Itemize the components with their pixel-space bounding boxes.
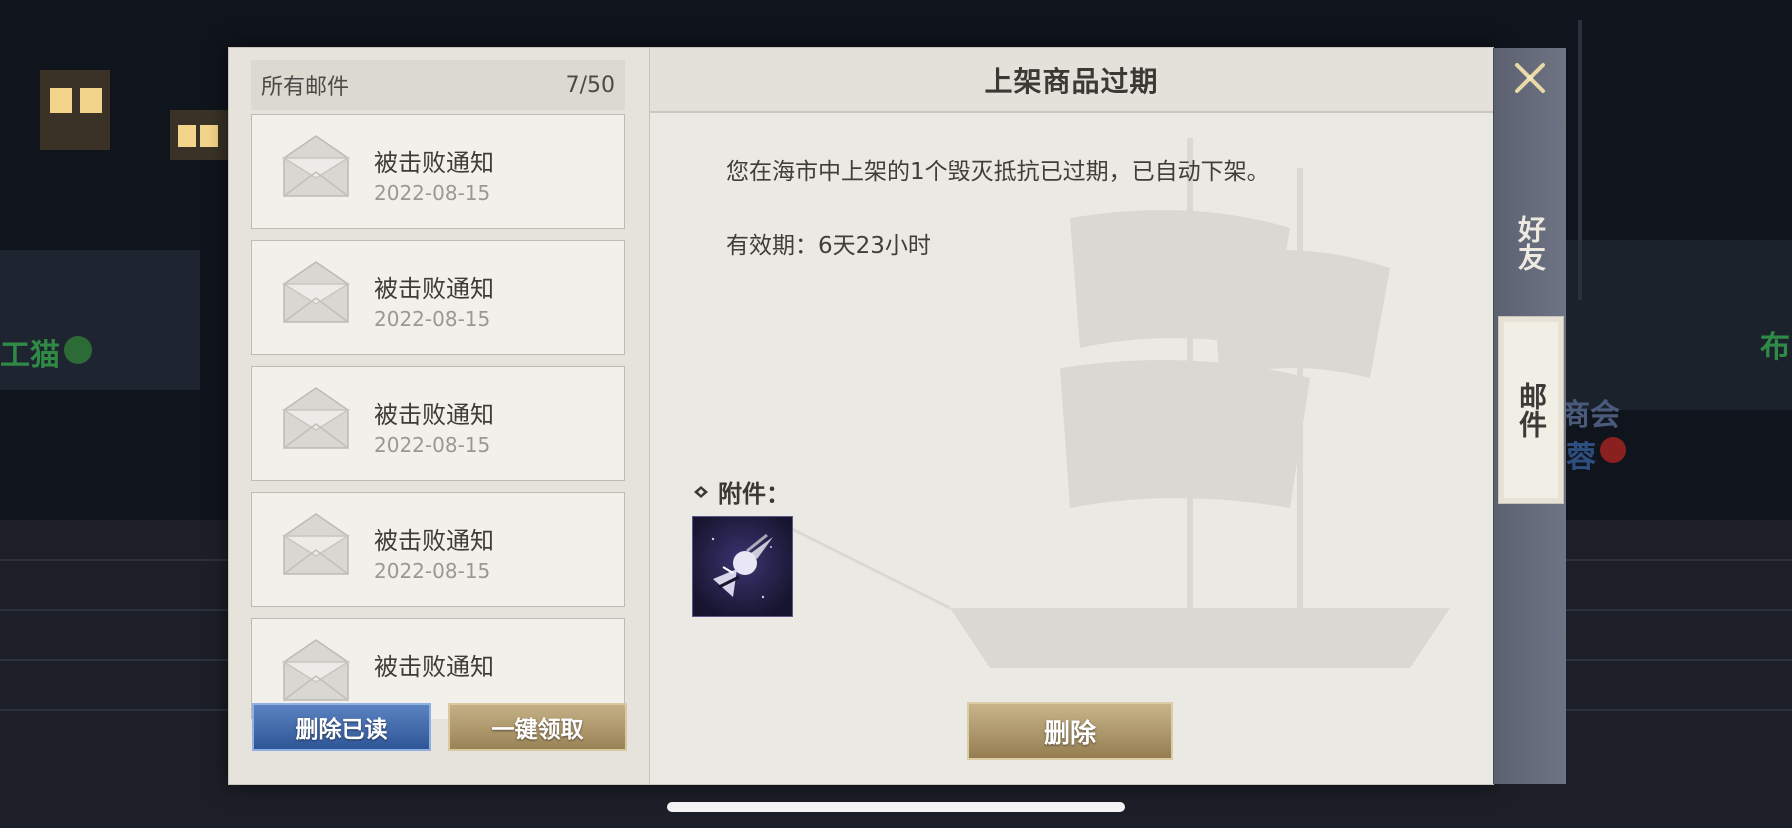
mail-item[interactable]: 被击败通知 2022-08-15 — [251, 492, 625, 607]
side-tab-bar: 好友 邮件 — [1493, 48, 1566, 784]
envelope-icon — [282, 261, 350, 323]
envelope-icon — [282, 639, 350, 701]
home-indicator[interactable] — [667, 802, 1125, 812]
mail-list-panel: 所有邮件 7/50 被击败通知 2022-08-15 被击败通知 2022-08… — [229, 48, 650, 784]
mail-body-message: 您在海市中上架的1个毁灭抵抗已过期，已自动下架。 — [726, 159, 1270, 185]
bg-label-right-mid: 商会 — [1560, 398, 1620, 433]
mail-item-date: 2022-08-15 — [374, 181, 491, 205]
mail-subject: 上架商品过期 — [984, 64, 1159, 98]
mail-list-title: 所有邮件 — [261, 75, 350, 100]
mail-item[interactable]: 被击败通知 2022-08-15 — [251, 366, 625, 481]
mail-validity: 有效期：6天23小时 — [726, 233, 931, 259]
mail-title-bar: 上架商品过期 — [650, 48, 1493, 113]
mail-item-title: 被击败通知 — [374, 275, 494, 303]
close-icon — [1515, 63, 1545, 93]
bg-player-name-left: 工猫 — [0, 338, 60, 373]
mail-dialog: 所有邮件 7/50 被击败通知 2022-08-15 被击败通知 2022-08… — [228, 47, 1566, 785]
mail-list-header: 所有邮件 7/50 — [251, 60, 625, 110]
mail-item[interactable]: 被击败通知 2022-08-15 — [251, 240, 625, 355]
mail-item-date: 2022-08-15 — [374, 433, 491, 457]
mail-detail-panel: 上架商品过期 您在海市中上架的1个毁灭抵抗已过期，已自动下架。 有效期：6天23… — [650, 48, 1493, 784]
tab-mail[interactable]: 邮件 — [1498, 316, 1564, 504]
mail-item-date: 2022-08-15 — [374, 307, 491, 331]
attachment-label: 附件： — [692, 474, 790, 509]
bg-label-right-low: 蓉 — [1566, 440, 1596, 475]
diamond-bullet-icon — [694, 485, 708, 498]
attachment-label-text: 附件： — [718, 479, 790, 508]
mail-item-title: 被击败通知 — [374, 149, 494, 177]
mail-item-date: 2022-08-15 — [374, 559, 491, 583]
tab-friends[interactable]: 好友 — [1498, 168, 1562, 318]
bg-label-right-top: 布 — [1760, 330, 1790, 365]
close-button[interactable] — [1494, 48, 1566, 108]
envelope-icon — [282, 387, 350, 449]
mail-item-title: 被击败通知 — [374, 527, 494, 555]
mail-list[interactable]: 被击败通知 2022-08-15 被击败通知 2022-08-15 被击败通知 … — [251, 114, 627, 719]
attachment-item[interactable] — [692, 516, 793, 617]
mail-count: 7/50 — [565, 72, 615, 98]
mail-item-title: 被击败通知 — [374, 401, 494, 429]
envelope-icon — [282, 513, 350, 575]
mail-item-title: 被击败通知 — [374, 653, 494, 681]
delete-read-button[interactable]: 删除已读 — [252, 703, 431, 751]
comet-skill-icon — [693, 517, 792, 616]
claim-all-button[interactable]: 一键领取 — [448, 703, 627, 751]
envelope-icon — [282, 135, 350, 197]
mail-item[interactable]: 被击败通知 2022-08-15 — [251, 114, 625, 229]
delete-button[interactable]: 删除 — [967, 702, 1173, 760]
